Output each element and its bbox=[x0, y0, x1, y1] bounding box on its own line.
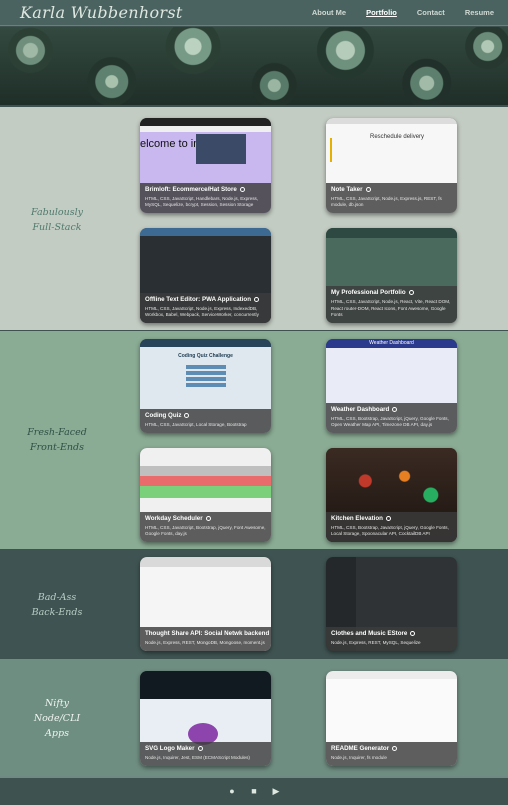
card-info: README Generator Node.js, Inquirer, fs m… bbox=[326, 742, 457, 766]
site-header: Karla Wubbenhorst About Me Portfolio Con… bbox=[0, 0, 508, 26]
section-title: Fresh-Faced Front-Ends bbox=[27, 427, 87, 453]
github-icon[interactable] bbox=[239, 186, 245, 192]
project-card-note-taker[interactable]: Reschedule delivery Note Taker HTML, CSS… bbox=[326, 118, 457, 213]
linkedin-icon[interactable]: ■ bbox=[248, 786, 260, 797]
section-back-ends: Bad-Ass Back-Ends Thought Share API: Soc… bbox=[0, 550, 508, 658]
card-info: SVG Logo Maker Node.js, Inquirer, Jest, … bbox=[140, 742, 271, 766]
github-icon[interactable]: ● bbox=[226, 786, 238, 797]
video-icon[interactable] bbox=[197, 746, 203, 752]
card-info: Clothes and Music EStore Node.js, Expres… bbox=[326, 627, 457, 651]
section-full-stack: Fabulously Full-Stack elcome to imLoft B… bbox=[0, 107, 508, 330]
section-front-ends: Fresh-Faced Front-Ends Coding Quiz Chall… bbox=[0, 331, 508, 549]
card-info: My Professional Portfolio HTML, CSS, Jav… bbox=[326, 286, 457, 323]
github-icon[interactable] bbox=[392, 406, 398, 412]
project-card-thought-share-api[interactable]: Thought Share API: Social Netwk backend … bbox=[140, 557, 271, 651]
screenshot-text: Weather Dashboard bbox=[369, 340, 414, 346]
nav-portfolio[interactable]: Portfolio bbox=[366, 8, 397, 17]
github-icon[interactable] bbox=[205, 515, 211, 521]
hero-banner-image bbox=[0, 27, 508, 105]
brand-name[interactable]: Karla Wubbenhorst bbox=[20, 3, 183, 22]
card-info: Kitchen Elevation HTML, CSS, Bootstrap, … bbox=[326, 511, 457, 542]
card-info: Workday Scheduler HTML, CSS, JavaScript,… bbox=[140, 511, 271, 542]
project-card-coding-quiz[interactable]: Coding Quiz Challenge Coding Quiz HTML, … bbox=[140, 339, 271, 433]
card-info: Thought Share API: Social Netwk backend … bbox=[140, 627, 271, 651]
screenshot-text: Coding Quiz Challenge bbox=[178, 353, 233, 359]
social-links: ● ■ ▶ bbox=[226, 786, 282, 797]
github-icon[interactable] bbox=[385, 515, 391, 521]
github-icon[interactable] bbox=[254, 296, 259, 302]
project-card-offline-text-editor[interactable]: Offline Text Editor: PWA Application HTM… bbox=[140, 228, 271, 323]
youtube-icon[interactable]: ▶ bbox=[270, 786, 282, 797]
project-card-brimloft[interactable]: elcome to imLoft Brimloft: Ecommerce/Hat… bbox=[140, 118, 271, 213]
project-card-weather-dashboard[interactable]: Weather Dashboard Weather Dashboard HTML… bbox=[326, 339, 457, 433]
github-icon[interactable] bbox=[184, 413, 190, 419]
main-nav: About Me Portfolio Contact Resume bbox=[312, 8, 494, 17]
screenshot-photo bbox=[196, 134, 246, 164]
card-info: Note Taker HTML, CSS, JavaScript, Node.j… bbox=[326, 182, 457, 213]
card-info: Brimloft: Ecommerce/Hat Store HTML, CSS,… bbox=[140, 182, 271, 213]
screenshot-text: Reschedule delivery bbox=[370, 134, 425, 140]
section-title: Nifty Node/CLI Apps bbox=[33, 698, 81, 739]
screenshot-sidebar bbox=[330, 138, 352, 162]
card-info: Weather Dashboard HTML, CSS, Bootstrap, … bbox=[326, 402, 457, 433]
video-icon[interactable] bbox=[392, 746, 398, 752]
project-card-kitchen-elevation[interactable]: Kitchen Elevation HTML, CSS, Bootstrap, … bbox=[326, 448, 457, 542]
card-info: Offline Text Editor: PWA Application HTM… bbox=[140, 292, 271, 323]
project-card-portfolio[interactable]: My Professional Portfolio HTML, CSS, Jav… bbox=[326, 228, 457, 323]
project-card-workday-scheduler[interactable]: Workday Scheduler HTML, CSS, JavaScript,… bbox=[140, 448, 271, 542]
project-card-readme-generator[interactable]: README Generator Node.js, Inquirer, fs m… bbox=[326, 671, 457, 766]
project-card-clothes-music-estore[interactable]: Clothes and Music EStore Node.js, Expres… bbox=[326, 557, 457, 651]
nav-contact[interactable]: Contact bbox=[417, 8, 445, 17]
section-title: Fabulously Full-Stack bbox=[31, 207, 83, 233]
github-icon[interactable] bbox=[408, 290, 414, 296]
section-node-cli-apps: Nifty Node/CLI Apps SVG Logo Maker Node.… bbox=[0, 659, 508, 776]
site-footer: ● ■ ▶ bbox=[0, 776, 508, 805]
screenshot-buttons bbox=[186, 365, 226, 387]
nav-about-me[interactable]: About Me bbox=[312, 8, 346, 17]
video-icon[interactable] bbox=[410, 631, 416, 637]
section-title: Bad-Ass Back-Ends bbox=[31, 592, 83, 618]
card-info: Coding Quiz HTML, CSS, JavaScript, Local… bbox=[140, 409, 271, 433]
github-icon[interactable] bbox=[365, 186, 371, 192]
nav-resume[interactable]: Resume bbox=[465, 8, 494, 17]
project-card-svg-logo-maker[interactable]: SVG Logo Maker Node.js, Inquirer, Jest, … bbox=[140, 671, 271, 766]
